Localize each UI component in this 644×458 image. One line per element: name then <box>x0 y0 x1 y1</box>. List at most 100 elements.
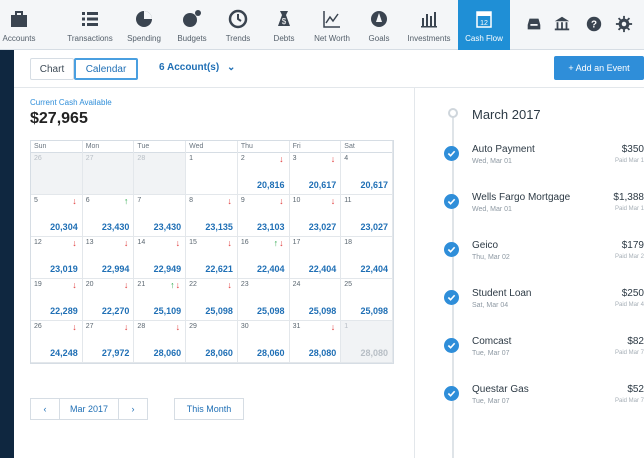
calendar-day[interactable]: 25 25,098 <box>341 279 393 321</box>
day-number: 27 <box>85 323 94 330</box>
nav-goals[interactable]: Goals <box>362 0 396 50</box>
calendar-day[interactable]: 6 ↑ 23,430 <box>82 195 135 237</box>
calendar-day[interactable]: 8 ↓ 23,135 <box>186 195 238 237</box>
timeline-event[interactable]: Comcast Tue, Mar 07 $82 Paid Mar 7 <box>444 336 644 366</box>
day-balance: 20,617 <box>360 180 388 190</box>
calendar-day[interactable]: 23 25,098 <box>237 279 290 321</box>
day-balance: 24,248 <box>50 348 78 358</box>
arrow-up-icon: ↑ <box>123 196 130 206</box>
nav-spending[interactable]: Spending <box>124 0 164 50</box>
calendar-day[interactable]: 31 ↓ 28,080 <box>289 321 342 363</box>
timeline-event[interactable]: Wells Fargo Mortgage Wed, Mar 01 $1,388 Pai… <box>444 192 644 222</box>
calendar-day[interactable]: 26 <box>31 153 83 195</box>
calendar-day[interactable]: 30 28,060 <box>237 321 290 363</box>
flow-arrows: ↓ <box>72 322 78 332</box>
bank-icon[interactable] <box>552 14 572 34</box>
cash-flow-panel: Chart Calendar 6 Account(s) ⌄ + Add an E… <box>14 50 644 458</box>
day-number: 28 <box>137 155 146 162</box>
flow-arrows: ↓ <box>331 154 337 164</box>
timeline-event[interactable]: Student Loan Sat, Mar 04 $250 Paid Mar 4 <box>444 288 644 318</box>
calendar-day[interactable]: 20 ↓ 22,270 <box>82 279 135 321</box>
calendar-day[interactable]: 13 ↓ 22,994 <box>82 237 135 279</box>
inbox-icon[interactable] <box>524 14 544 34</box>
calendar-day[interactable]: 3 ↓ 20,617 <box>289 153 342 195</box>
nav-budgets[interactable]: Budgets <box>172 0 212 50</box>
event-paid-status: Paid Mar 1 <box>614 158 644 164</box>
event-amount: $179 <box>621 240 644 251</box>
day-number: 7 <box>137 197 142 204</box>
timeline-event[interactable]: Questar Gas Tue, Mar 07 $52 Paid Mar 7 <box>444 384 644 414</box>
calendar-day[interactable]: 28 <box>134 153 187 195</box>
nav-investments[interactable]: Investments <box>404 0 454 50</box>
check-icon <box>444 386 459 401</box>
nav-debts[interactable]: $ Debts <box>266 0 302 50</box>
event-name: Geico <box>472 240 499 251</box>
calendar-day[interactable]: 10 ↓ 23,027 <box>289 195 342 237</box>
day-number: 18 <box>344 239 353 246</box>
nav-cash-flow[interactable]: 12 Cash Flow <box>458 0 510 50</box>
calendar-day[interactable]: 22 ↓ 25,098 <box>186 279 238 321</box>
current-month[interactable]: Mar 2017 <box>59 398 119 420</box>
nav-transactions[interactable]: Transactions <box>62 0 118 50</box>
event-date: Sat, Mar 04 <box>472 302 509 309</box>
calendar-day[interactable]: 11 23,027 <box>341 195 393 237</box>
day-balance: 28,080 <box>308 348 337 358</box>
tab-chart[interactable]: Chart <box>30 58 74 80</box>
help-icon[interactable]: ? <box>584 14 604 34</box>
event-date: Tue, Mar 07 <box>472 350 510 357</box>
add-event-button[interactable]: + Add an Event <box>554 56 644 80</box>
weekday-label: Tue <box>134 141 187 153</box>
calendar-day[interactable]: 4 20,617 <box>341 153 393 195</box>
nav-accounts[interactable]: Accounts <box>0 0 38 50</box>
weekday-label: Mon <box>83 141 135 153</box>
day-number: 19 <box>34 281 42 288</box>
month-marker <box>448 108 458 118</box>
calendar-day[interactable]: 1 28,080 <box>341 321 393 363</box>
arrow-down-icon: ↓ <box>123 238 130 248</box>
calendar-day[interactable]: 18 22,404 <box>341 237 393 279</box>
weekday-label: Sun <box>31 141 83 153</box>
next-month-button[interactable]: › <box>118 398 148 420</box>
day-number: 20 <box>85 281 94 288</box>
timeline-event[interactable]: Auto Payment Wed, Mar 01 $350 Paid Mar 1 <box>444 144 644 174</box>
day-balance: 22,270 <box>101 306 130 316</box>
calendar-day[interactable]: 29 28,060 <box>186 321 238 363</box>
calendar-day[interactable]: 27 ↓ 27,972 <box>82 321 135 363</box>
calendar-day[interactable]: 27 <box>82 153 135 195</box>
calendar-day[interactable]: 5 ↓ 20,304 <box>31 195 83 237</box>
calendar-day[interactable]: 26 ↓ 24,248 <box>31 321 83 363</box>
calendar: Sun Mon Tue Wed Thu Fri Sat 26 27 28 1 2 ↓ 20,816 3 ↓ 2… <box>30 140 394 364</box>
calendar-day[interactable]: 2 ↓ 20,816 <box>237 153 290 195</box>
timeline-event[interactable]: Geico Thu, Mar 02 $179 Paid Mar 2 <box>444 240 644 270</box>
calendar-day[interactable]: 28 ↓ 28,060 <box>134 321 187 363</box>
calendar-day[interactable]: 12 ↓ 23,019 <box>31 237 83 279</box>
day-balance: 23,027 <box>360 222 388 232</box>
event-date: Wed, Mar 01 <box>472 206 512 213</box>
flow-arrows: ↓ <box>124 238 130 248</box>
pie-chart-icon <box>136 11 152 27</box>
calendar-day[interactable]: 1 <box>186 153 238 195</box>
day-balance: 22,621 <box>205 264 233 274</box>
list-icon <box>82 12 98 26</box>
calendar-day[interactable]: 17 22,404 <box>289 237 342 279</box>
calendar-day[interactable]: 7 23,430 <box>134 195 187 237</box>
day-balance: 22,289 <box>50 306 78 316</box>
calendar-day[interactable]: 24 25,098 <box>289 279 342 321</box>
calendar-day[interactable]: 9 ↓ 23,103 <box>237 195 290 237</box>
accounts-dropdown[interactable]: 6 Account(s) ⌄ <box>159 62 235 73</box>
calendar-day[interactable]: 16 ↑↓ 22,404 <box>237 237 290 279</box>
calendar-day[interactable]: 19 ↓ 22,289 <box>31 279 83 321</box>
calendar-day[interactable]: 21 ↑↓ 25,109 <box>134 279 187 321</box>
this-month-button[interactable]: This Month <box>174 398 244 420</box>
calendar-badge: 12 <box>480 20 488 27</box>
gear-icon[interactable] <box>614 14 634 34</box>
calendar-day[interactable]: 14 ↓ 22,949 <box>134 237 187 279</box>
chevron-down-icon: ⌄ <box>226 62 236 73</box>
tab-calendar[interactable]: Calendar <box>74 58 138 80</box>
event-name: Comcast <box>472 336 512 347</box>
nav-trends[interactable]: Trends <box>220 0 256 50</box>
calendar-day[interactable]: 15 ↓ 22,621 <box>186 237 238 279</box>
weekday-label: Sat <box>341 141 393 153</box>
nav-net-worth[interactable]: Net Worth <box>310 0 354 50</box>
prev-month-button[interactable]: ‹ <box>30 398 60 420</box>
